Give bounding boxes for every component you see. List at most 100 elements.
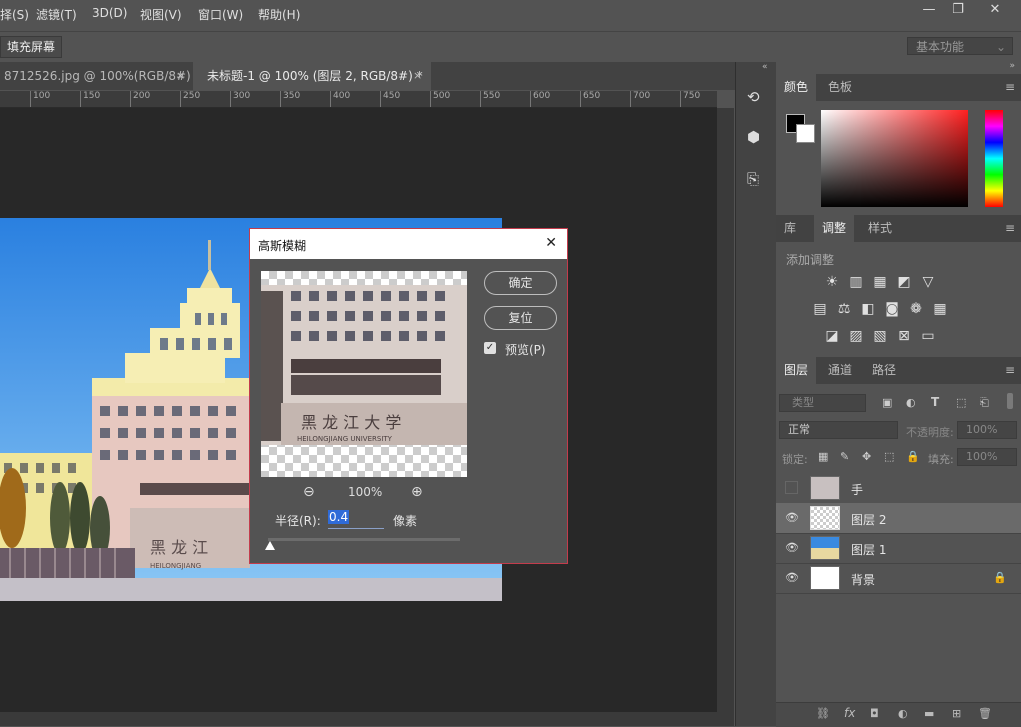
menu-window[interactable]: 窗口(W) [198, 6, 243, 23]
photo-filter-icon[interactable]: ◙ [884, 301, 900, 317]
menu-select[interactable]: 择(S) [0, 6, 29, 23]
blend-mode-select[interactable]: 正常 [779, 421, 898, 439]
expand-icon[interactable]: » [1009, 61, 1015, 71]
horizontal-scrollbar[interactable] [0, 712, 734, 726]
threshold-icon[interactable]: ▧ [872, 328, 888, 344]
color-lookup-icon[interactable]: ▦ [932, 301, 948, 317]
menu-help[interactable]: 帮助(H) [258, 6, 300, 23]
add-mask-icon[interactable]: ◘ [870, 707, 879, 720]
background-swatch[interactable] [796, 124, 815, 143]
channel-mixer-icon[interactable]: ❁ [908, 301, 924, 317]
vibrance-icon[interactable]: ▽ [920, 274, 936, 290]
close-icon[interactable]: ✕ [545, 235, 557, 251]
tab-adjustments[interactable]: 调整 [814, 215, 855, 242]
vertical-scrollbar[interactable] [717, 108, 734, 712]
close-window-button[interactable]: ✕ [980, 0, 1010, 20]
filter-shape-icon[interactable]: ⬚ [956, 396, 966, 409]
lock-transparent-icon[interactable]: ▦ [818, 450, 828, 463]
layer-name: 背景 [851, 573, 876, 587]
filter-adjust-icon[interactable]: ◐ [906, 396, 916, 409]
lock-position-icon[interactable]: ✥ [862, 450, 871, 463]
link-layers-icon[interactable]: ⛓ [816, 707, 830, 720]
delete-layer-icon[interactable]: 🗑 [978, 707, 992, 720]
menu-3d[interactable]: 3D(D) [92, 6, 127, 20]
collapse-icon[interactable]: « [762, 62, 768, 72]
eye-icon[interactable]: 👁 [785, 571, 799, 585]
history-icon[interactable]: ⟲ [747, 88, 760, 106]
color-balance-icon[interactable]: ⚖ [836, 301, 852, 317]
restore-button[interactable]: ❐ [943, 0, 973, 20]
invert-icon[interactable]: ◪ [824, 328, 840, 344]
visibility-toggle[interactable] [785, 481, 798, 494]
selective-color-icon[interactable]: ⊠ [896, 328, 912, 344]
paragraph-styles-icon[interactable]: ⎘ [747, 170, 759, 188]
zoom-in-icon[interactable]: ⊕ [411, 484, 423, 500]
fill-input[interactable]: 100% [957, 448, 1017, 466]
minimize-button[interactable]: — [914, 0, 944, 20]
layer-row[interactable]: 手 [776, 473, 1021, 504]
close-icon[interactable]: × [413, 62, 422, 90]
tab-color[interactable]: 颜色 [776, 74, 817, 101]
curves-icon[interactable]: ▦ [872, 274, 888, 290]
panel-menu-icon[interactable]: ≡ [1005, 363, 1015, 377]
filter-type-icon[interactable]: T [931, 395, 939, 409]
workspace-select[interactable]: 基本功能 ⌄ [907, 37, 1013, 55]
preview-checkbox[interactable]: ✓ [484, 342, 496, 354]
new-group-icon[interactable]: ▬ [924, 707, 934, 720]
eye-icon[interactable]: 👁 [785, 541, 799, 555]
menu-filter[interactable]: 滤镜(T) [36, 6, 77, 23]
new-layer-icon[interactable]: ⊞ [952, 707, 961, 720]
opacity-input[interactable]: 100% [957, 421, 1017, 439]
tab-styles[interactable]: 样式 [860, 215, 900, 242]
zoom-out-icon[interactable]: ⊖ [303, 484, 315, 500]
3d-cube-icon[interactable]: ⬢ [747, 128, 760, 146]
tab-libraries[interactable]: 库 [776, 215, 804, 242]
blend-mode-value: 正常 [788, 423, 810, 436]
radius-slider-handle[interactable] [265, 541, 275, 550]
close-icon[interactable]: × [176, 62, 185, 90]
lock-all-icon[interactable]: 🔒 [906, 450, 920, 463]
new-adjustment-icon[interactable]: ◐ [898, 707, 908, 720]
brightness-icon[interactable]: ☀ [824, 274, 840, 290]
layer-row[interactable]: 👁 图层 1 [776, 533, 1021, 564]
layer-row[interactable]: 👁 背景 🔒 [776, 563, 1021, 594]
tab-document-1[interactable]: 8712526.jpg @ 100%(RGB/8#) × [0, 62, 192, 90]
tab-swatches[interactable]: 色板 [820, 74, 860, 101]
eye-icon[interactable]: 👁 [785, 511, 799, 525]
color-panel: » 颜色 色板 ≡ [776, 61, 1021, 213]
hue-slider[interactable] [985, 110, 1003, 207]
fill-screen-button[interactable]: 填充屏幕 [0, 36, 63, 58]
lock-brush-icon[interactable]: ✎ [840, 450, 849, 463]
posterize-icon[interactable]: ▨ [848, 328, 864, 344]
reset-button[interactable]: 复位 [484, 306, 557, 330]
radius-slider-track[interactable] [268, 538, 460, 541]
panel-menu-icon[interactable]: ≡ [1005, 221, 1015, 235]
lock-artboard-icon[interactable]: ⬚ [884, 450, 894, 463]
dialog-titlebar[interactable]: 高斯模糊 ✕ [250, 229, 567, 259]
chevron-down-icon: ⌄ [995, 40, 1006, 54]
blur-preview[interactable]: 黑 龙 江 大 学 HEILONGJIANG UNIVERSITY [261, 271, 467, 477]
exposure-icon[interactable]: ◩ [896, 274, 912, 290]
ruler-tick: 100 [33, 91, 51, 101]
layer-row-selected[interactable]: 👁 图层 2 [776, 503, 1021, 534]
color-field[interactable] [821, 110, 968, 207]
menu-view[interactable]: 视图(V) [140, 6, 182, 23]
fx-icon[interactable]: fx [844, 706, 855, 720]
tab-channels[interactable]: 通道 [820, 357, 860, 384]
gradient-map-icon[interactable]: ▭ [920, 328, 936, 344]
filter-toggle[interactable] [1007, 393, 1013, 409]
ok-button[interactable]: 确定 [484, 271, 557, 295]
opacity-value: 100% [966, 423, 998, 436]
panel-menu-icon[interactable]: ≡ [1005, 80, 1015, 94]
filter-smart-object-icon[interactable]: ⎗ [980, 396, 989, 410]
layer-thumbnail [810, 536, 840, 560]
hue-saturation-icon[interactable]: ▤ [812, 301, 828, 317]
tab-layers[interactable]: 图层 [776, 357, 817, 384]
radius-input[interactable]: 0.4 [328, 510, 384, 529]
levels-icon[interactable]: ▥ [848, 274, 864, 290]
tab-document-2[interactable]: 未标题-1 @ 100% (图层 2, RGB/8#) * × [193, 62, 431, 90]
layer-filter-select[interactable]: 类型 [779, 394, 866, 412]
tab-paths[interactable]: 路径 [864, 357, 904, 384]
filter-pixel-icon[interactable]: ▣ [882, 396, 892, 409]
black-white-icon[interactable]: ◧ [860, 301, 876, 317]
